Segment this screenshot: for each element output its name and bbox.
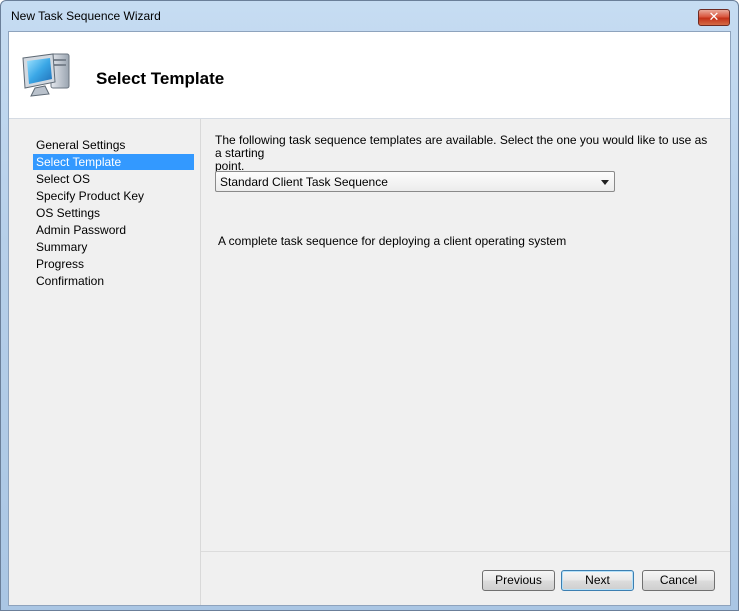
wizard-content: The following task sequence templates ar…: [201, 119, 730, 551]
nav-item-select-template[interactable]: Select Template: [33, 154, 194, 170]
wizard-step-list: General Settings Select Template Select …: [9, 119, 201, 605]
wizard-window: New Task Sequence Wizard ✕ Select Templa…: [0, 0, 739, 611]
page-title: Select Template: [96, 69, 225, 88]
template-dropdown-value: Standard Client Task Sequence: [220, 175, 388, 189]
template-description: A complete task sequence for deploying a…: [218, 234, 567, 248]
next-button[interactable]: Next: [561, 570, 634, 591]
cancel-button[interactable]: Cancel: [642, 570, 715, 591]
computer-icon: [22, 53, 70, 97]
nav-item-summary[interactable]: Summary: [33, 239, 194, 255]
nav-item-os-settings[interactable]: OS Settings: [33, 205, 194, 221]
nav-item-select-os[interactable]: Select OS: [33, 171, 194, 187]
nav-item-specify-product-key[interactable]: Specify Product Key: [33, 188, 194, 204]
window-title: New Task Sequence Wizard: [11, 9, 161, 23]
title-bar: New Task Sequence Wizard ✕: [1, 1, 738, 31]
instructions-text: The following task sequence templates ar…: [215, 134, 715, 173]
nav-item-general-settings[interactable]: General Settings: [33, 137, 194, 153]
previous-button[interactable]: Previous: [482, 570, 555, 591]
template-dropdown[interactable]: Standard Client Task Sequence: [215, 171, 615, 192]
wizard-header: Select Template: [9, 32, 730, 119]
nav-item-admin-password[interactable]: Admin Password: [33, 222, 194, 238]
chevron-down-icon: [601, 180, 609, 185]
instructions-line-1: The following task sequence templates ar…: [215, 133, 708, 160]
close-icon: ✕: [708, 10, 720, 25]
wizard-footer: Previous Next Cancel: [201, 551, 730, 605]
nav-item-progress[interactable]: Progress: [33, 256, 194, 272]
wizard-client-area: Select Template General Settings Select …: [8, 31, 731, 606]
nav-item-confirmation[interactable]: Confirmation: [33, 273, 194, 289]
close-button[interactable]: ✕: [698, 9, 730, 26]
